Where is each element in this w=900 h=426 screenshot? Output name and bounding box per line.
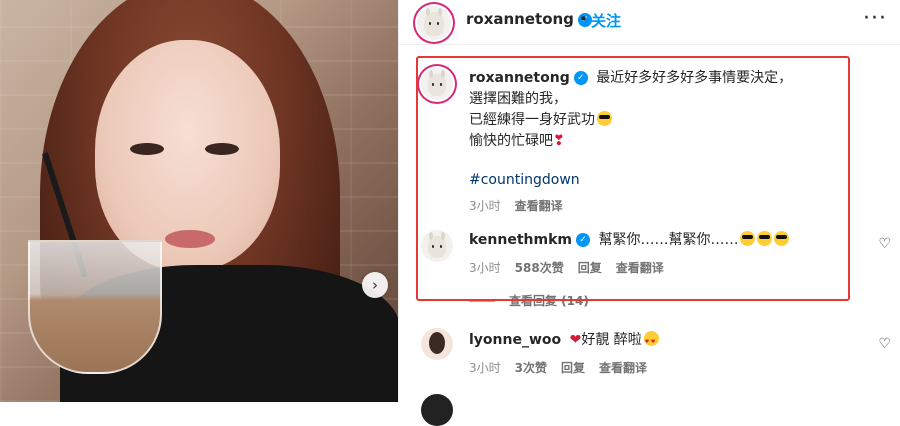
like-heart-icon[interactable]: ♡: [878, 236, 891, 252]
header-divider: [399, 44, 900, 45]
replies-divider: [469, 301, 495, 302]
post-photo: ›: [0, 0, 398, 402]
comment-text: 好靚 醉啦: [581, 332, 642, 348]
alpaca-avatar-icon: [424, 7, 444, 36]
more-options-icon[interactable]: ···: [863, 6, 887, 31]
comment-likes[interactable]: 3次赞: [515, 361, 547, 375]
author-header: roxannetong ✓: [466, 10, 592, 28]
follow-button[interactable]: 关注: [591, 10, 621, 31]
lips: [165, 230, 215, 248]
left-eye: [130, 143, 164, 155]
comment-avatar-lyonne-woo[interactable]: [421, 328, 453, 360]
next-image-button[interactable]: ›: [362, 272, 388, 298]
highlight-box: [416, 56, 850, 301]
author-avatar[interactable]: [417, 6, 451, 40]
chevron-right-icon: ›: [372, 276, 378, 294]
coffee-glass: [28, 240, 162, 374]
author-username[interactable]: roxannetong: [466, 10, 574, 28]
heart-eyes-emoji-icon: [643, 331, 659, 353]
comment-username[interactable]: lyonne_woo: [469, 332, 561, 348]
next-comment-avatar[interactable]: [421, 394, 453, 426]
header-separator: •: [579, 10, 588, 28]
like-heart-icon[interactable]: ♡: [878, 336, 891, 352]
reply-button[interactable]: 回复: [561, 361, 585, 375]
comment-lyonne-woo: lyonne_woo ❤好靚 醉啦 3小时 3次赞回复查看翻译: [469, 330, 869, 376]
comment-time: 3小时: [469, 361, 501, 375]
comment-translate-button[interactable]: 查看翻译: [599, 361, 647, 375]
red-heart-emoji-icon: ❤: [569, 332, 582, 348]
person-avatar-icon: [429, 332, 445, 354]
right-eye: [205, 143, 239, 155]
